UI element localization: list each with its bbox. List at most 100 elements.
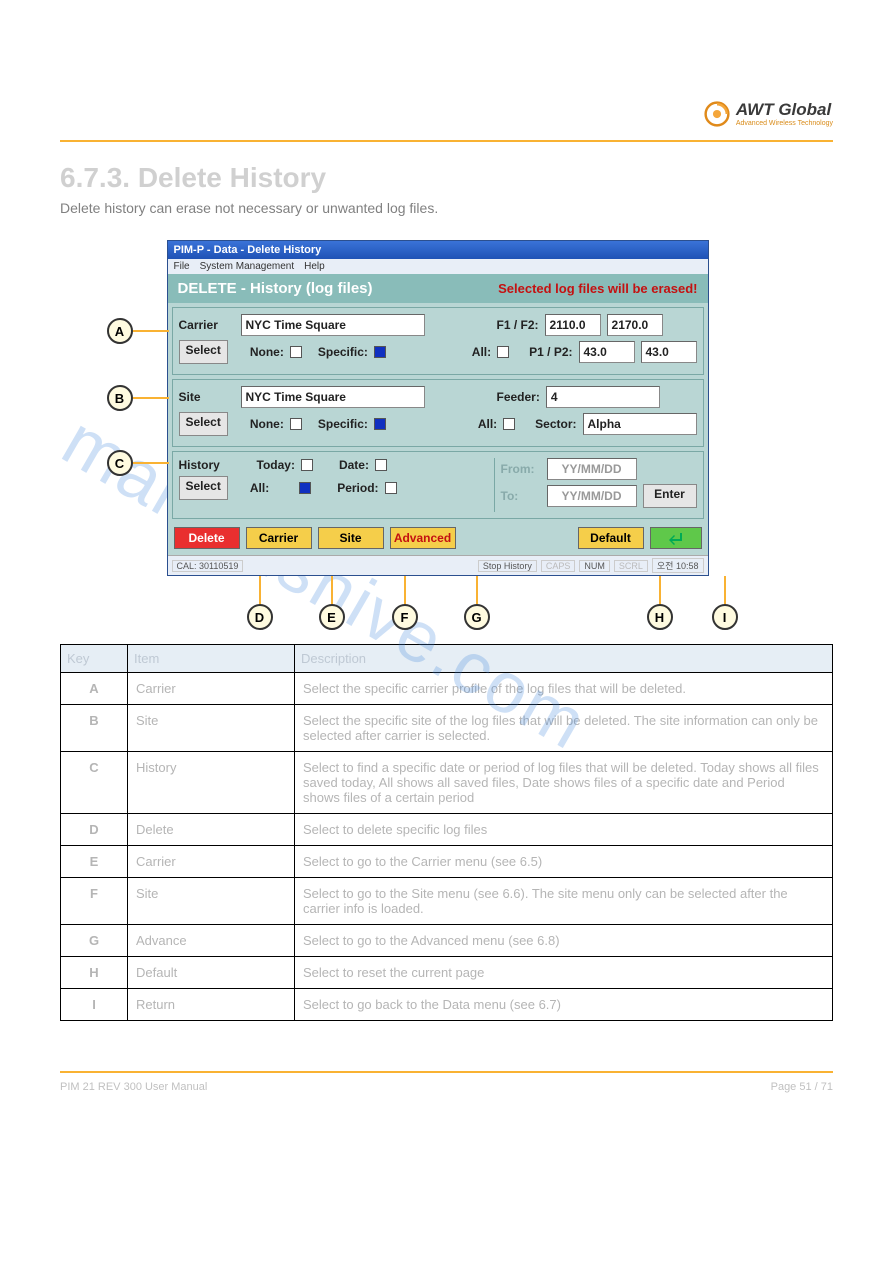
cell-desc: Select to go to the Carrier menu (see 6.…: [295, 846, 833, 878]
carrier-all-label: All:: [472, 345, 491, 359]
divider-top: [60, 140, 833, 142]
cell-desc: Select to go back to the Data menu (see …: [295, 989, 833, 1021]
site-button[interactable]: Site: [318, 527, 384, 549]
cell-key: I: [61, 989, 128, 1021]
carrier-panel: Carrier NYC Time Square F1 / F2: 2110.0 …: [172, 307, 704, 375]
brand-subtitle: Advanced Wireless Technology: [736, 120, 833, 127]
history-all-checkbox[interactable]: [299, 482, 311, 494]
status-time: 오전 10:58: [652, 558, 704, 573]
site-specific-label: Specific:: [318, 417, 368, 431]
menu-help[interactable]: Help: [304, 261, 325, 272]
default-button[interactable]: Default: [578, 527, 644, 549]
carrier-specific-checkbox[interactable]: [374, 346, 386, 358]
site-label: Site: [179, 390, 235, 404]
history-from-input[interactable]: YY/MM/DD: [547, 458, 637, 480]
history-select-button[interactable]: Select: [179, 476, 228, 500]
carrier-button[interactable]: Carrier: [246, 527, 312, 549]
carrier-value[interactable]: NYC Time Square: [241, 314, 425, 336]
callout-label-a: A: [107, 318, 133, 344]
footer-right: Page 51 / 71: [771, 1081, 833, 1093]
site-select-button[interactable]: Select: [179, 412, 228, 436]
menu-system[interactable]: System Management: [200, 261, 295, 272]
status-scrl: SCRL: [614, 560, 648, 572]
p1-value[interactable]: 43.0: [579, 341, 635, 363]
cell-desc: Select to go to the Advanced menu (see 6…: [295, 925, 833, 957]
cell-item: Return: [128, 989, 295, 1021]
callout-a: A: [107, 318, 169, 344]
divider-bottom: [60, 1071, 833, 1073]
history-panel: History Today: Date: Select All:: [172, 451, 704, 519]
p2-value[interactable]: 43.0: [641, 341, 697, 363]
advanced-label: Advanced: [394, 531, 451, 545]
carrier-none-checkbox[interactable]: [290, 346, 302, 358]
app-window: PIM-P - Data - Delete History File Syste…: [167, 240, 709, 576]
menubar: File System Management Help: [168, 259, 708, 274]
cell-key: E: [61, 846, 128, 878]
cell-item: Site: [128, 878, 295, 925]
brand-name: AWT Global: [736, 100, 833, 120]
site-all-label: All:: [478, 417, 497, 431]
window-header: DELETE - History (log files) Selected lo…: [168, 274, 708, 303]
carrier-all-checkbox[interactable]: [497, 346, 509, 358]
site-all-checkbox[interactable]: [503, 418, 515, 430]
f1f2-label: F1 / F2:: [497, 318, 539, 332]
cell-desc: Select to delete specific log files: [295, 814, 833, 846]
header-warning: Selected log files will be erased!: [498, 281, 697, 296]
history-date-label: Date:: [339, 458, 369, 472]
cell-key: D: [61, 814, 128, 846]
callout-label-h: H: [647, 604, 673, 630]
feeder-value[interactable]: 4: [546, 386, 660, 408]
table-row: ACarrierSelect the specific carrier prof…: [61, 673, 833, 705]
cell-key: F: [61, 878, 128, 925]
callout-label-e: E: [319, 604, 345, 630]
carrier-specific-label: Specific:: [318, 345, 368, 359]
history-today-checkbox[interactable]: [301, 459, 313, 471]
sector-label: Sector:: [535, 417, 576, 431]
carrier-label: Carrier: [179, 318, 235, 332]
callout-label-i: I: [712, 604, 738, 630]
section-title: 6.7.3. Delete History: [60, 162, 833, 194]
site-specific-checkbox[interactable]: [374, 418, 386, 430]
return-button[interactable]: [650, 527, 702, 549]
table-row: CHistorySelect to find a specific date o…: [61, 752, 833, 814]
f2-value[interactable]: 2170.0: [607, 314, 663, 336]
cell-key: B: [61, 705, 128, 752]
brand-logo-icon: [704, 101, 730, 127]
advanced-button[interactable]: Advanced: [390, 527, 456, 549]
history-to-label: To:: [501, 489, 541, 503]
history-label: History: [179, 458, 235, 472]
callout-label-d: D: [247, 604, 273, 630]
cell-item: Carrier: [128, 846, 295, 878]
site-value[interactable]: NYC Time Square: [241, 386, 425, 408]
history-today-label: Today:: [257, 458, 295, 472]
site-none-label: None:: [250, 417, 284, 431]
history-all-label: All:: [250, 481, 269, 495]
window-titlebar: PIM-P - Data - Delete History: [168, 241, 708, 259]
table-row: DDeleteSelect to delete specific log fil…: [61, 814, 833, 846]
history-to-input[interactable]: YY/MM/DD: [547, 485, 637, 507]
history-from-label: From:: [501, 462, 541, 476]
header-title: DELETE - History (log files): [178, 280, 373, 297]
table-row: IReturnSelect to go back to the Data men…: [61, 989, 833, 1021]
brand-block: AWT Global Advanced Wireless Technology: [704, 100, 833, 127]
sector-value[interactable]: Alpha: [583, 413, 697, 435]
carrier-select-button[interactable]: Select: [179, 340, 228, 364]
cell-key: H: [61, 957, 128, 989]
cell-key: G: [61, 925, 128, 957]
status-mid: Stop History: [478, 560, 537, 572]
cell-desc: Select the specific site of the log file…: [295, 705, 833, 752]
site-none-checkbox[interactable]: [290, 418, 302, 430]
table-row: FSiteSelect to go to the Site menu (see …: [61, 878, 833, 925]
menu-file[interactable]: File: [174, 261, 190, 272]
delete-button[interactable]: Delete: [174, 527, 240, 549]
enter-button[interactable]: Enter: [643, 484, 697, 508]
cell-item: Carrier: [128, 673, 295, 705]
site-panel: Site NYC Time Square Feeder: 4 Select No…: [172, 379, 704, 447]
f1-value[interactable]: 2110.0: [545, 314, 601, 336]
carrier-none-label: None:: [250, 345, 284, 359]
history-date-checkbox[interactable]: [375, 459, 387, 471]
history-period-checkbox[interactable]: [385, 482, 397, 494]
return-icon: [666, 531, 686, 545]
feeder-label: Feeder:: [497, 390, 540, 404]
th-key: Key: [61, 645, 128, 673]
